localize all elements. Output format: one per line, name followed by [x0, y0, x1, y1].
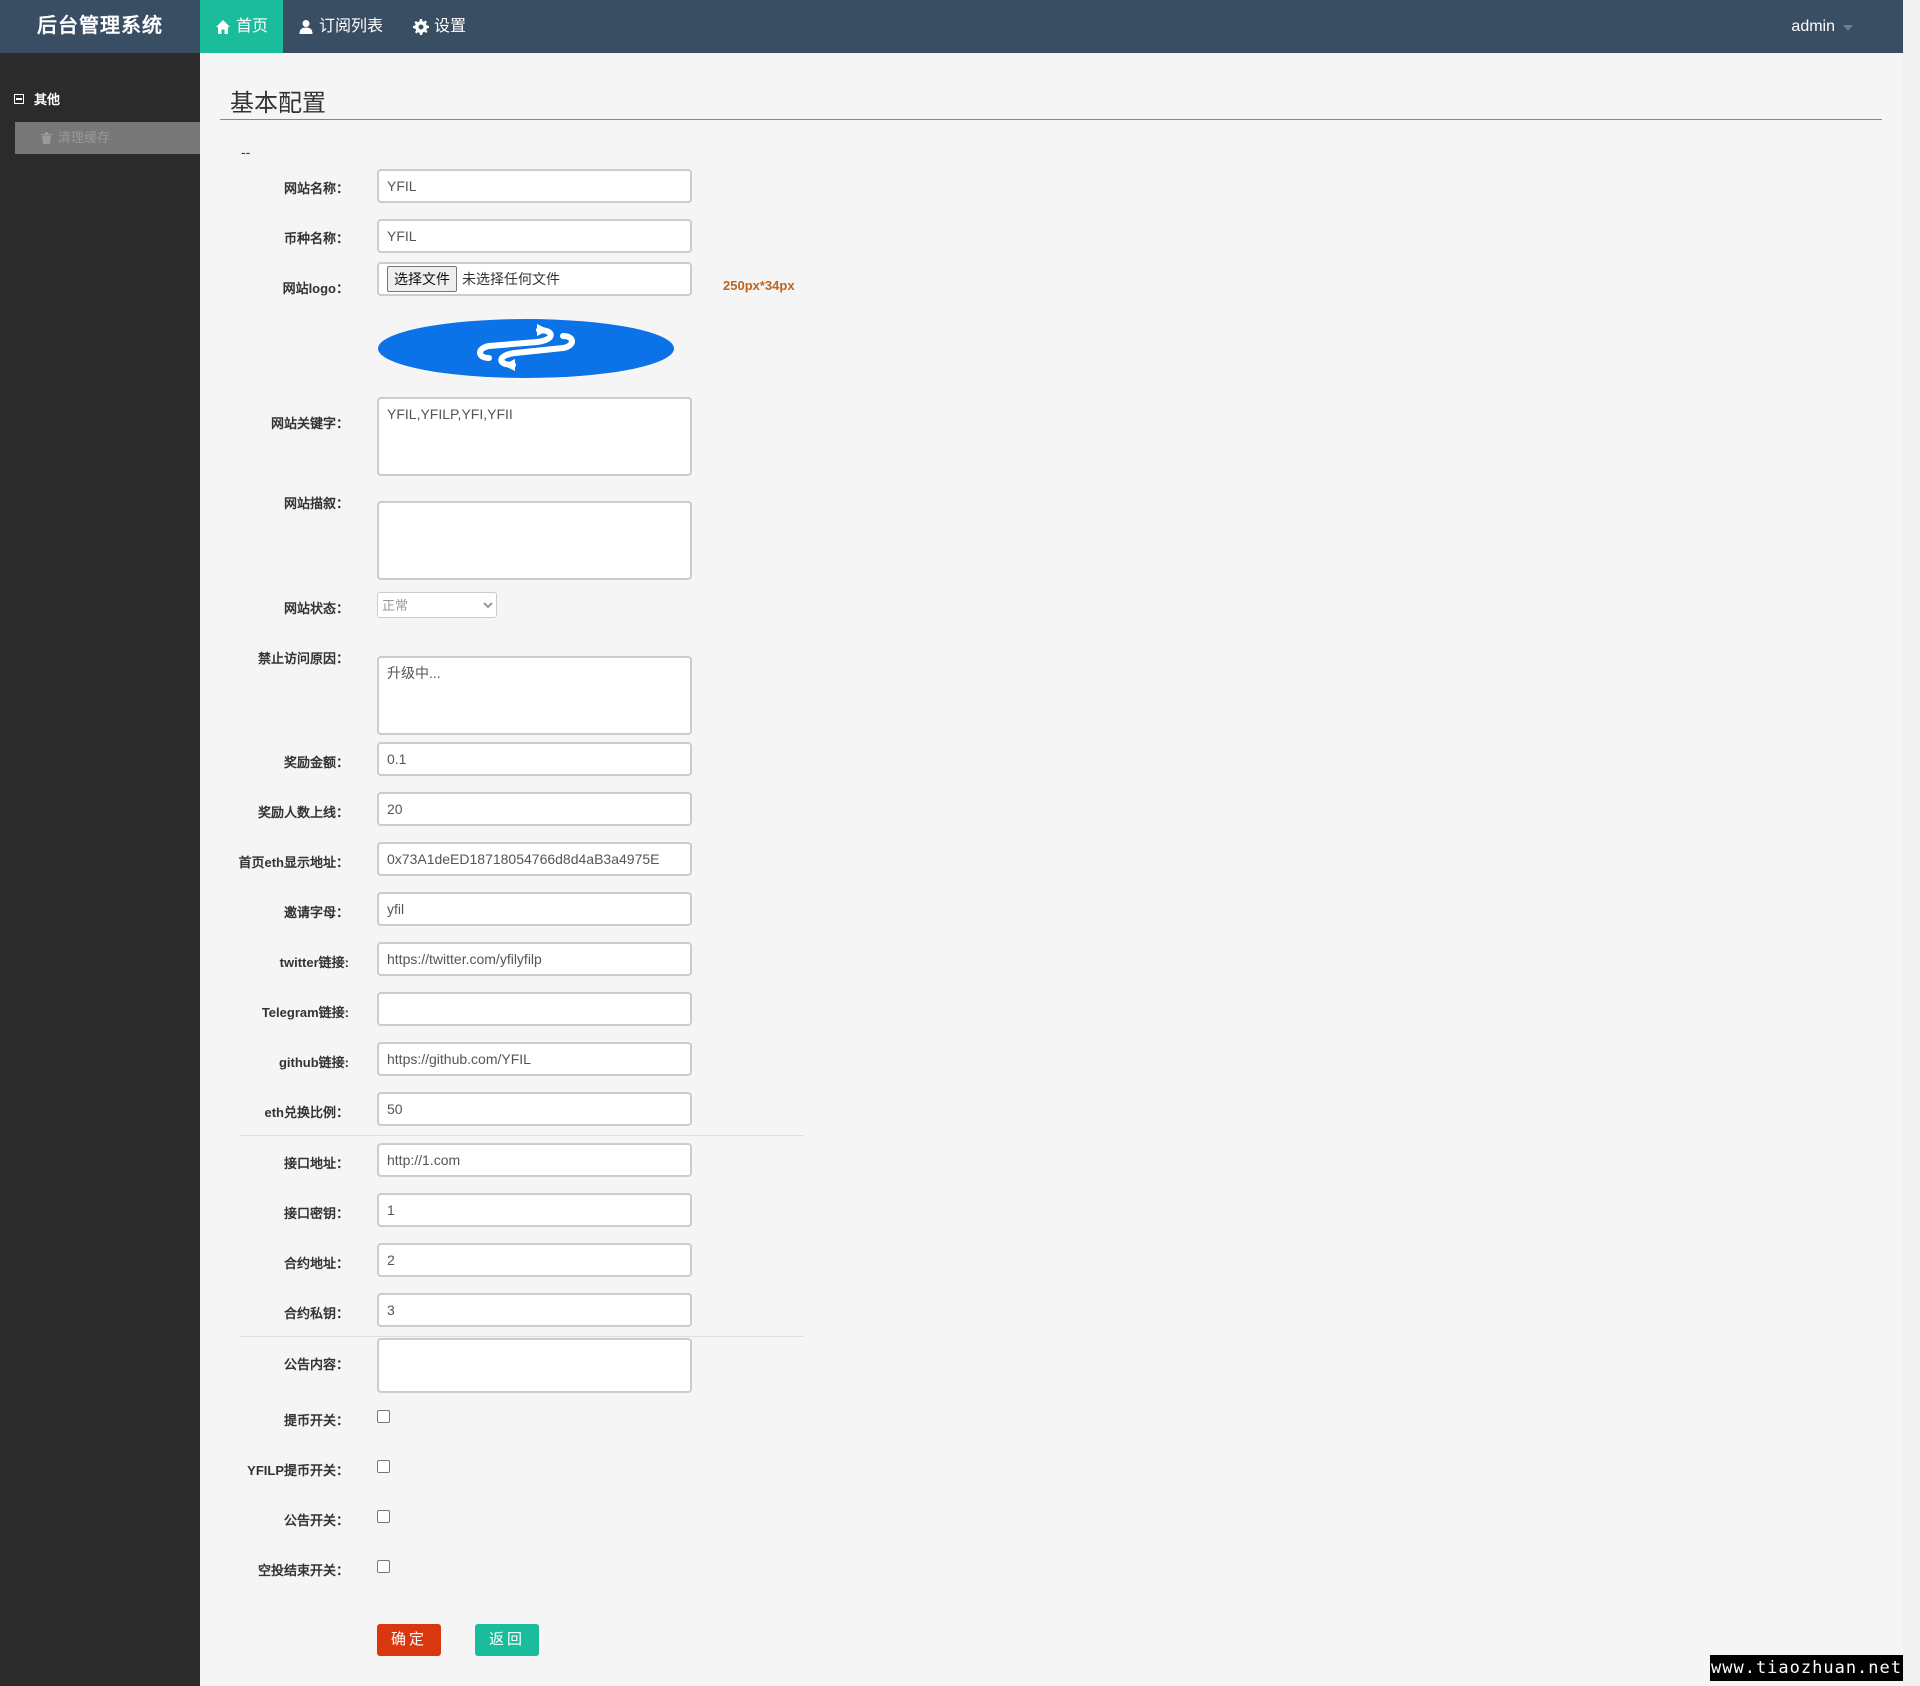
- chevron-down-icon: [1843, 25, 1853, 31]
- yfilp-withdraw-switch-checkbox[interactable]: [377, 1460, 390, 1473]
- nav-home[interactable]: 首页: [200, 0, 284, 53]
- coin-name-label: 币种名称：: [283, 231, 349, 246]
- ban-reason-label: 禁止访问原因：: [257, 651, 349, 666]
- api-key-input[interactable]: 1: [377, 1193, 692, 1227]
- section-divider: [240, 1336, 803, 1337]
- withdraw-switch-label: 提币开关：: [283, 1413, 349, 1428]
- api-url-label: 接口地址：: [283, 1156, 349, 1171]
- eth-address-label: 首页eth显示地址：: [238, 855, 349, 870]
- notice-switch-label: 公告开关：: [283, 1513, 349, 1528]
- brand-title[interactable]: 后台管理系统: [0, 0, 200, 53]
- back-button[interactable]: 返回: [475, 1624, 539, 1656]
- sidebar-group-other[interactable]: 其他: [14, 89, 60, 108]
- sidebar-item-label: 清理缓存: [58, 130, 111, 145]
- coin-name-input[interactable]: YFIL: [377, 219, 692, 253]
- airdrop-end-switch-label: 空投结束开关：: [257, 1563, 349, 1578]
- invite-letter-input[interactable]: yfil: [377, 892, 692, 926]
- nav-subscriptions-label: 订阅列表: [319, 18, 384, 35]
- gear-icon: [413, 18, 430, 35]
- reward-amount-input[interactable]: 0.1: [377, 742, 692, 776]
- reward-limit-label: 奖励人数上线：: [257, 805, 349, 820]
- logo-size-hint: 250px*34px: [723, 278, 795, 293]
- twitter-label: twitter链接:: [279, 955, 349, 970]
- reward-limit-input[interactable]: 20: [377, 792, 692, 826]
- nav-settings-label: 设置: [434, 18, 467, 35]
- contract-key-input[interactable]: 3: [377, 1293, 692, 1327]
- page-scrollbar[interactable]: [1903, 0, 1920, 1686]
- yfilp-withdraw-switch-label: YFILP提币开关：: [247, 1463, 349, 1478]
- nav-subscriptions[interactable]: 订阅列表: [283, 0, 398, 53]
- submit-button[interactable]: 确定: [377, 1624, 441, 1656]
- placeholder-dash: --: [241, 144, 251, 160]
- keywords-label: 网站关键字：: [270, 416, 349, 431]
- main-nav: 首页 订阅列表 设置: [200, 0, 481, 53]
- notice-switch-checkbox[interactable]: [377, 1510, 390, 1523]
- github-input[interactable]: https://github.com/YFIL: [377, 1042, 692, 1076]
- user-name: admin: [1791, 18, 1835, 35]
- sidebar-item-clear-cache[interactable]: 清理缓存: [15, 122, 200, 154]
- sidebar-group-label: 其他: [34, 92, 61, 107]
- contract-key-label: 合约私钥：: [283, 1306, 349, 1321]
- home-icon: [216, 19, 230, 34]
- twitter-input[interactable]: https://twitter.com/yfilyfilp: [377, 942, 692, 976]
- site-name-input[interactable]: YFIL: [377, 169, 692, 203]
- logo-label: 网站logo：: [282, 281, 349, 296]
- withdraw-switch-checkbox[interactable]: [377, 1410, 390, 1423]
- eth-address-input[interactable]: 0x73A1deED18718054766d8d4aB3a4975E: [377, 842, 692, 876]
- api-key-label: 接口密钥：: [283, 1206, 349, 1221]
- title-divider: [220, 119, 1882, 120]
- keywords-textarea[interactable]: YFIL,YFILP,YFI,YFII: [377, 397, 692, 476]
- logo-file-input[interactable]: 选择文件 未选择任何文件: [377, 262, 692, 296]
- telegram-input[interactable]: [377, 992, 692, 1026]
- airdrop-end-switch-checkbox[interactable]: [377, 1560, 390, 1573]
- api-url-input[interactable]: http://1.com: [377, 1143, 692, 1177]
- reward-amount-label: 奖励金额：: [283, 755, 349, 770]
- eth-ratio-input[interactable]: 50: [377, 1092, 692, 1126]
- section-divider: [240, 1135, 803, 1136]
- nav-home-label: 首页: [236, 18, 269, 35]
- notice-label: 公告内容：: [283, 1357, 349, 1372]
- page-title: 基本配置: [230, 90, 326, 117]
- ban-reason-textarea[interactable]: 升级中...: [377, 656, 692, 735]
- status-select[interactable]: 正常: [377, 592, 497, 618]
- eth-ratio-label: eth兑换比例：: [264, 1105, 349, 1120]
- site-name-label: 网站名称：: [283, 181, 349, 196]
- status-label: 网站状态：: [283, 601, 349, 616]
- collapse-icon: [14, 93, 24, 104]
- choose-file-button[interactable]: 选择文件: [387, 266, 457, 292]
- description-label: 网站描叙：: [283, 496, 349, 511]
- description-textarea[interactable]: [377, 501, 692, 580]
- top-navbar: 后台管理系统 首页 订阅列表 设置 admin: [0, 0, 1903, 53]
- telegram-label: Telegram链接:: [261, 1005, 349, 1020]
- watermark: www.tiaozhuan.net: [1710, 1655, 1903, 1681]
- notice-textarea[interactable]: [377, 1338, 692, 1393]
- user-icon: [299, 19, 313, 34]
- invite-letter-label: 邀请字母：: [283, 905, 349, 920]
- user-menu[interactable]: admin: [1791, 0, 1853, 53]
- logo-preview-image: [378, 319, 674, 378]
- file-status: 未选择任何文件: [462, 271, 560, 287]
- contract-address-input[interactable]: 2: [377, 1243, 692, 1277]
- trash-icon: [41, 132, 52, 144]
- github-label: github链接:: [278, 1055, 349, 1070]
- sidebar: 其他 清理缓存: [0, 53, 200, 1686]
- nav-settings[interactable]: 设置: [398, 0, 481, 53]
- contract-address-label: 合约地址：: [283, 1256, 349, 1271]
